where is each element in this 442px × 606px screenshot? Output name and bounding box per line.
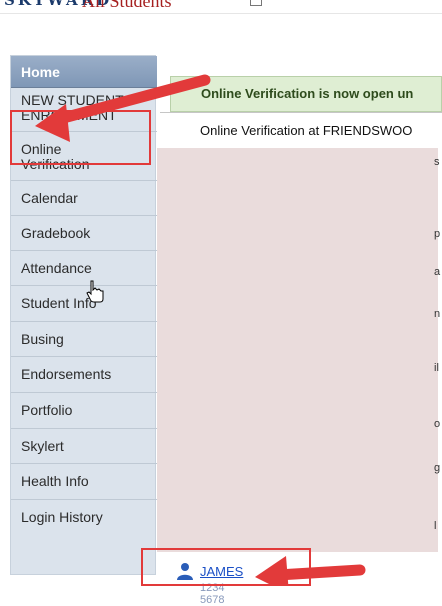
sidebar-item-label: Endorsements [21, 366, 112, 382]
sidebar-item-busing[interactable]: Busing [11, 322, 157, 357]
banner-text: Online Verification is now open un [201, 86, 414, 101]
verification-banner: Online Verification is now open un [170, 76, 442, 112]
sidebar-item-portfolio[interactable]: Portfolio [11, 393, 157, 429]
edge-text: il [434, 362, 439, 374]
edge-text: s [434, 156, 440, 168]
sidebar-item-label: Busing [21, 331, 64, 347]
edge-text: g [434, 462, 441, 474]
edge-text: p [434, 228, 441, 240]
edge-text: a [434, 266, 441, 278]
topbar-divider [0, 13, 442, 14]
dropdown-toggle-icon[interactable] [250, 0, 262, 6]
edge-text: l [434, 520, 437, 532]
verification-status-text: Online Verification at FRIENDSWOO [200, 123, 413, 138]
sidebar-item-label: Login History [21, 509, 103, 525]
edge-text: n [434, 308, 441, 320]
sidebar-item-skylert[interactable]: Skylert [11, 429, 157, 464]
highlight-box-student [141, 548, 311, 586]
sidebar-item-endorsements[interactable]: Endorsements [11, 357, 157, 393]
sidebar-item-label: Attendance [21, 260, 92, 276]
sidebar-item-label: Gradebook [21, 225, 91, 241]
page-title: All Students [82, 0, 172, 11]
hand-cursor-icon [86, 280, 104, 303]
sidebar-item-label: Portfolio [21, 402, 73, 418]
sidebar-item-health-info[interactable]: Health Info [11, 464, 157, 500]
brand-bar: SKYWARD All Students [0, 0, 442, 13]
sidebar-item-gradebook[interactable]: Gradebook [11, 216, 157, 251]
sidebar-item-label: Health Info [21, 473, 89, 489]
sidebar-item-label: Calendar [21, 190, 78, 206]
content-overlay [157, 148, 438, 552]
edge-text: o [434, 418, 441, 430]
sidebar-item-label: Skylert [21, 438, 64, 454]
highlight-box-online-verification [10, 110, 151, 165]
sidebar-item-calendar[interactable]: Calendar [11, 181, 157, 216]
sidebar-item-home[interactable]: Home [11, 56, 157, 88]
content-divider [160, 112, 442, 113]
sidebar-item-login-history[interactable]: Login History [11, 500, 157, 536]
sidebar-item-label: Home [21, 64, 60, 80]
